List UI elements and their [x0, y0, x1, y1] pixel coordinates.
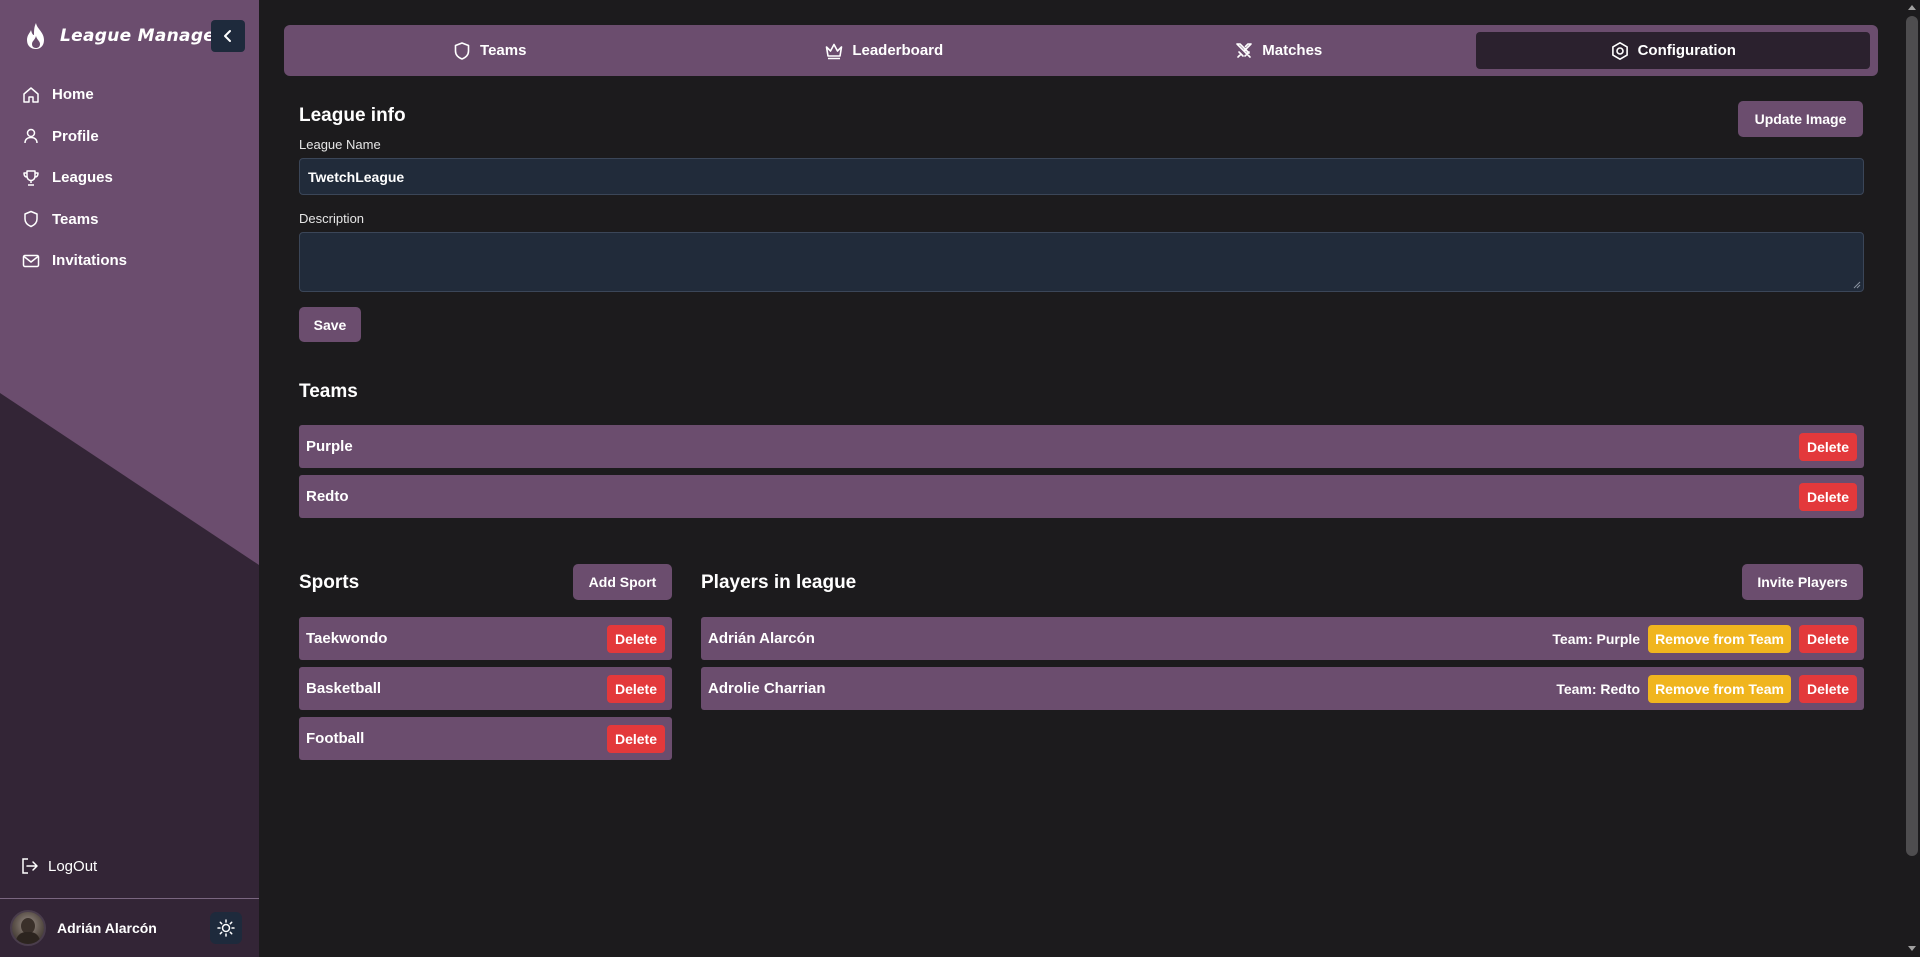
tab-label: Leaderboard: [852, 42, 944, 59]
resize-handle-icon[interactable]: [1853, 281, 1861, 289]
description-textarea[interactable]: [299, 232, 1864, 292]
crown-icon: [826, 43, 843, 59]
sport-name: Basketball: [306, 680, 382, 697]
avatar[interactable]: [10, 910, 46, 946]
collapse-sidebar-button[interactable]: [211, 20, 245, 52]
sport-row: Football Delete: [299, 717, 672, 760]
delete-team-button[interactable]: Delete: [1798, 482, 1857, 511]
league-name-input[interactable]: TwetchLeague: [299, 158, 1864, 195]
team-name: Redto: [306, 488, 349, 505]
tab-label: Matches: [1262, 42, 1323, 59]
update-image-button[interactable]: Update Image: [1738, 101, 1863, 137]
user-profile[interactable]: Adrián Alarcón: [10, 909, 250, 947]
settings-icon: [1611, 41, 1628, 60]
mail-icon: [22, 254, 40, 267]
player-team: Team: Redto: [1556, 680, 1641, 697]
sidebar-item-invitations[interactable]: Invitations: [0, 240, 259, 282]
sidebar-item-teams[interactable]: Teams: [0, 199, 259, 241]
logout-icon: [22, 858, 38, 874]
players-heading: Players in league: [701, 572, 857, 593]
remove-from-team-button[interactable]: Remove from Team: [1648, 624, 1791, 653]
sun-icon: [217, 919, 235, 937]
sidebar-item-leagues[interactable]: Leagues: [0, 157, 259, 199]
delete-sport-button[interactable]: Delete: [606, 624, 665, 653]
shield-icon: [24, 211, 38, 228]
chevron-left-icon: [224, 30, 231, 42]
player-row: Adrián Alarcón Team: Purple Remove from …: [701, 617, 1864, 660]
tab-leaderboard[interactable]: Leaderboard: [687, 32, 1082, 69]
team-row: Redto Delete: [299, 475, 1864, 518]
player-name: Adrián Alarcón: [708, 630, 815, 647]
league-name-label: League Name: [299, 137, 381, 152]
team-name: Purple: [306, 438, 353, 455]
sidebar-item-label: Leagues: [52, 169, 113, 187]
league-tabs: Teams Leaderboard Matches Configuration: [284, 25, 1878, 76]
sidebar-item-profile[interactable]: Profile: [0, 116, 259, 158]
sport-row: Taekwondo Delete: [299, 617, 672, 660]
crossed-swords-icon: [1236, 42, 1253, 58]
shield-icon: [454, 41, 470, 60]
theme-toggle-button[interactable]: [210, 912, 242, 944]
teams-heading: Teams: [299, 381, 358, 402]
home-icon: [23, 87, 39, 103]
logout-label: LogOut: [48, 857, 98, 875]
sidebar-item-label: Profile: [52, 127, 99, 145]
user-icon: [24, 129, 38, 144]
tab-label: Configuration: [1637, 42, 1736, 59]
logout-button[interactable]: LogOut: [20, 856, 97, 876]
sidebar-divider: [0, 898, 259, 899]
league-info-heading: League info: [299, 105, 406, 126]
sports-heading: Sports: [299, 572, 360, 593]
remove-from-team-button[interactable]: Remove from Team: [1648, 674, 1791, 703]
trophy-icon: [23, 170, 39, 186]
sport-name: Taekwondo: [306, 630, 388, 647]
team-row: Purple Delete: [299, 425, 1864, 468]
scroll-up-arrow-icon[interactable]: [1908, 5, 1916, 10]
app-title: League Manager: [60, 26, 224, 46]
sport-row: Basketball Delete: [299, 667, 672, 710]
user-name: Adrián Alarcón: [57, 920, 157, 936]
scroll-down-arrow-icon[interactable]: [1908, 946, 1916, 951]
sidebar-item-label: Home: [52, 86, 94, 104]
sidebar-nav: Home Profile Leagues Teams Invitations: [0, 74, 259, 282]
tab-teams[interactable]: Teams: [292, 32, 687, 69]
add-sport-button[interactable]: Add Sport: [573, 564, 672, 600]
sidebar: League Manager Home Profile Leagues Team…: [0, 0, 259, 957]
player-row: Adrolie Charrian Team: Redto Remove from…: [701, 667, 1864, 710]
sport-name: Football: [306, 730, 365, 747]
invite-players-button[interactable]: Invite Players: [1742, 564, 1863, 600]
league-name-value: TwetchLeague: [308, 168, 405, 185]
scrollbar-thumb[interactable]: [1906, 16, 1918, 856]
sidebar-item-home[interactable]: Home: [0, 74, 259, 116]
player-team: Team: Purple: [1552, 630, 1641, 647]
sidebar-item-label: Invitations: [52, 252, 128, 270]
save-button[interactable]: Save: [299, 307, 361, 342]
delete-player-button[interactable]: Delete: [1798, 624, 1857, 653]
tab-configuration[interactable]: Configuration: [1475, 32, 1870, 69]
player-name: Adrolie Charrian: [708, 680, 826, 697]
delete-sport-button[interactable]: Delete: [606, 674, 665, 703]
sidebar-item-label: Teams: [52, 210, 99, 228]
flame-logo-icon: [27, 23, 44, 49]
delete-team-button[interactable]: Delete: [1798, 432, 1857, 461]
tab-matches[interactable]: Matches: [1081, 32, 1476, 69]
delete-sport-button[interactable]: Delete: [606, 724, 665, 753]
delete-player-button[interactable]: Delete: [1798, 674, 1857, 703]
description-label: Description: [299, 211, 365, 226]
tab-label: Teams: [480, 42, 527, 59]
